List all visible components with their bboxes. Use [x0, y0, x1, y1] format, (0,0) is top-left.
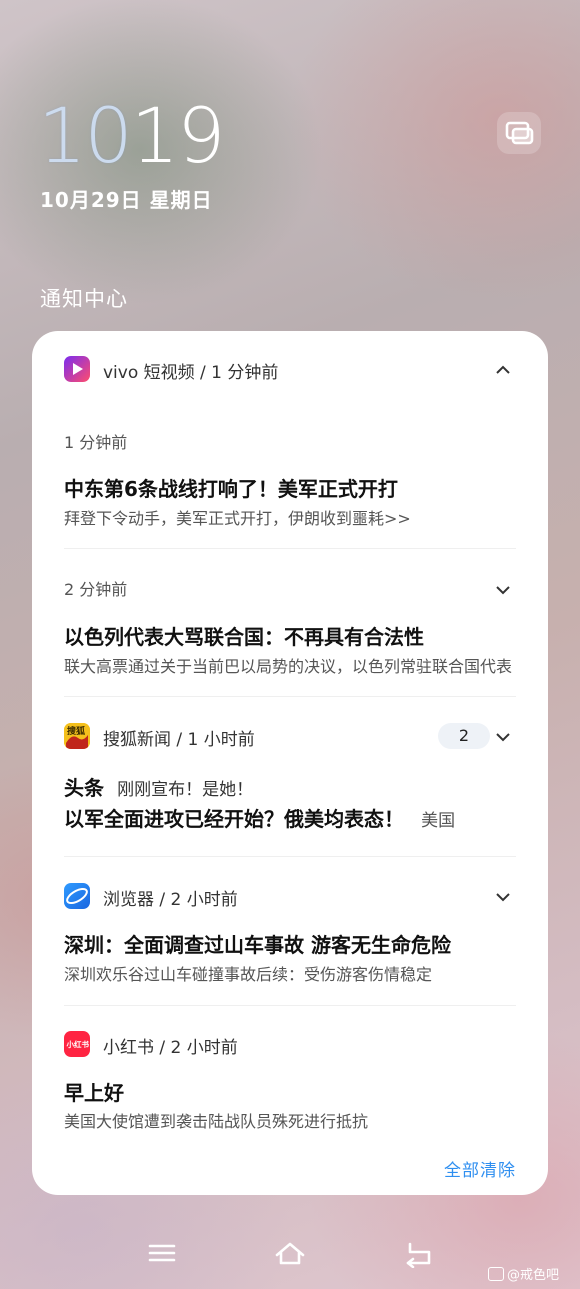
notification-body[interactable]: 深圳欢乐谷过山车碰撞事故后续：受伤游客伤情稳定	[64, 961, 512, 985]
divider	[64, 548, 516, 549]
quick-settings-button[interactable]	[497, 112, 541, 154]
watermark-text: @戒色吧	[507, 1268, 560, 1283]
menu-icon[interactable]	[145, 1238, 179, 1268]
back-icon[interactable]	[402, 1238, 436, 1268]
clear-all-button[interactable]: 全部清除	[444, 1156, 516, 1181]
notification-body[interactable]: 美国大使馆遭到袭击陆战队员殊死进行抵抗	[64, 1108, 512, 1132]
notification-body[interactable]: 拜登下令动手，美军正式开打，伊朗收到噩耗>>	[64, 505, 514, 529]
notification-time: 2 分钟前	[64, 580, 128, 599]
notification-title-row[interactable]: 以军全面进攻已经开始？俄美均表态！ 美国	[64, 803, 455, 832]
xiaohongshu-icon-text: 小红书	[67, 1039, 90, 1049]
headline-tag: 头条	[64, 776, 104, 800]
headline-row[interactable]: 头条 刚刚宣布！是她！	[64, 772, 253, 801]
sohu-news-icon: 搜狐	[64, 723, 90, 749]
notification-count-badge[interactable]: 2	[438, 723, 490, 749]
watermark: @戒色吧	[488, 1264, 559, 1283]
browser-icon	[64, 883, 90, 909]
home-icon[interactable]	[273, 1238, 307, 1268]
watermark-logo-icon	[488, 1266, 504, 1281]
notification-app-header: 小红书 / 2 小时前	[103, 1038, 238, 1058]
clock: 1019	[38, 96, 225, 176]
divider	[64, 856, 516, 857]
clock-minutes: 19	[130, 91, 226, 180]
notification-time: 1 分钟前	[64, 433, 128, 452]
notification-center-title: 通知中心	[40, 287, 128, 311]
notification-card: vivo 短视频 / 1 分钟前 1 分钟前 中东第6条战线打响了！美军正式开打…	[32, 331, 548, 1195]
divider	[64, 1005, 516, 1006]
notification-app-header: vivo 短视频 / 1 分钟前	[103, 363, 279, 383]
notification-app-header: 浏览器 / 2 小时前	[103, 890, 238, 910]
date-label: 10月29日 星期日	[40, 188, 213, 212]
notification-title[interactable]: 中东第6条战线打响了！美军正式开打	[64, 473, 398, 502]
chevron-down-icon[interactable]	[495, 584, 511, 596]
chevron-down-icon[interactable]	[495, 731, 511, 743]
chevron-down-icon[interactable]	[495, 891, 511, 903]
notification-title[interactable]: 深圳：全面调查过山车事故 游客无生命危险	[64, 929, 451, 958]
xiaohongshu-icon: 小红书	[64, 1031, 90, 1057]
vivo-video-icon	[64, 356, 90, 382]
notification-line: 刚刚宣布！是她！	[117, 780, 254, 800]
notification-body[interactable]: 联大高票通过关于当前巴以局势的决议，以色列常驻联合国代表	[64, 653, 512, 677]
chevron-up-icon[interactable]	[495, 364, 511, 376]
notification-title-tail: 美国	[421, 811, 456, 831]
notification-app-header: 搜狐新闻 / 1 小时前	[103, 730, 255, 750]
notification-title[interactable]: 以色列代表大骂联合国：不再具有合法性	[64, 621, 424, 650]
svg-text:搜狐: 搜狐	[67, 725, 85, 737]
notification-title[interactable]: 早上好	[64, 1077, 124, 1106]
divider	[64, 696, 516, 697]
clock-hours: 10	[38, 91, 133, 180]
notification-title: 以军全面进攻已经开始？俄美均表态！	[64, 807, 404, 831]
layers-icon	[505, 121, 534, 145]
